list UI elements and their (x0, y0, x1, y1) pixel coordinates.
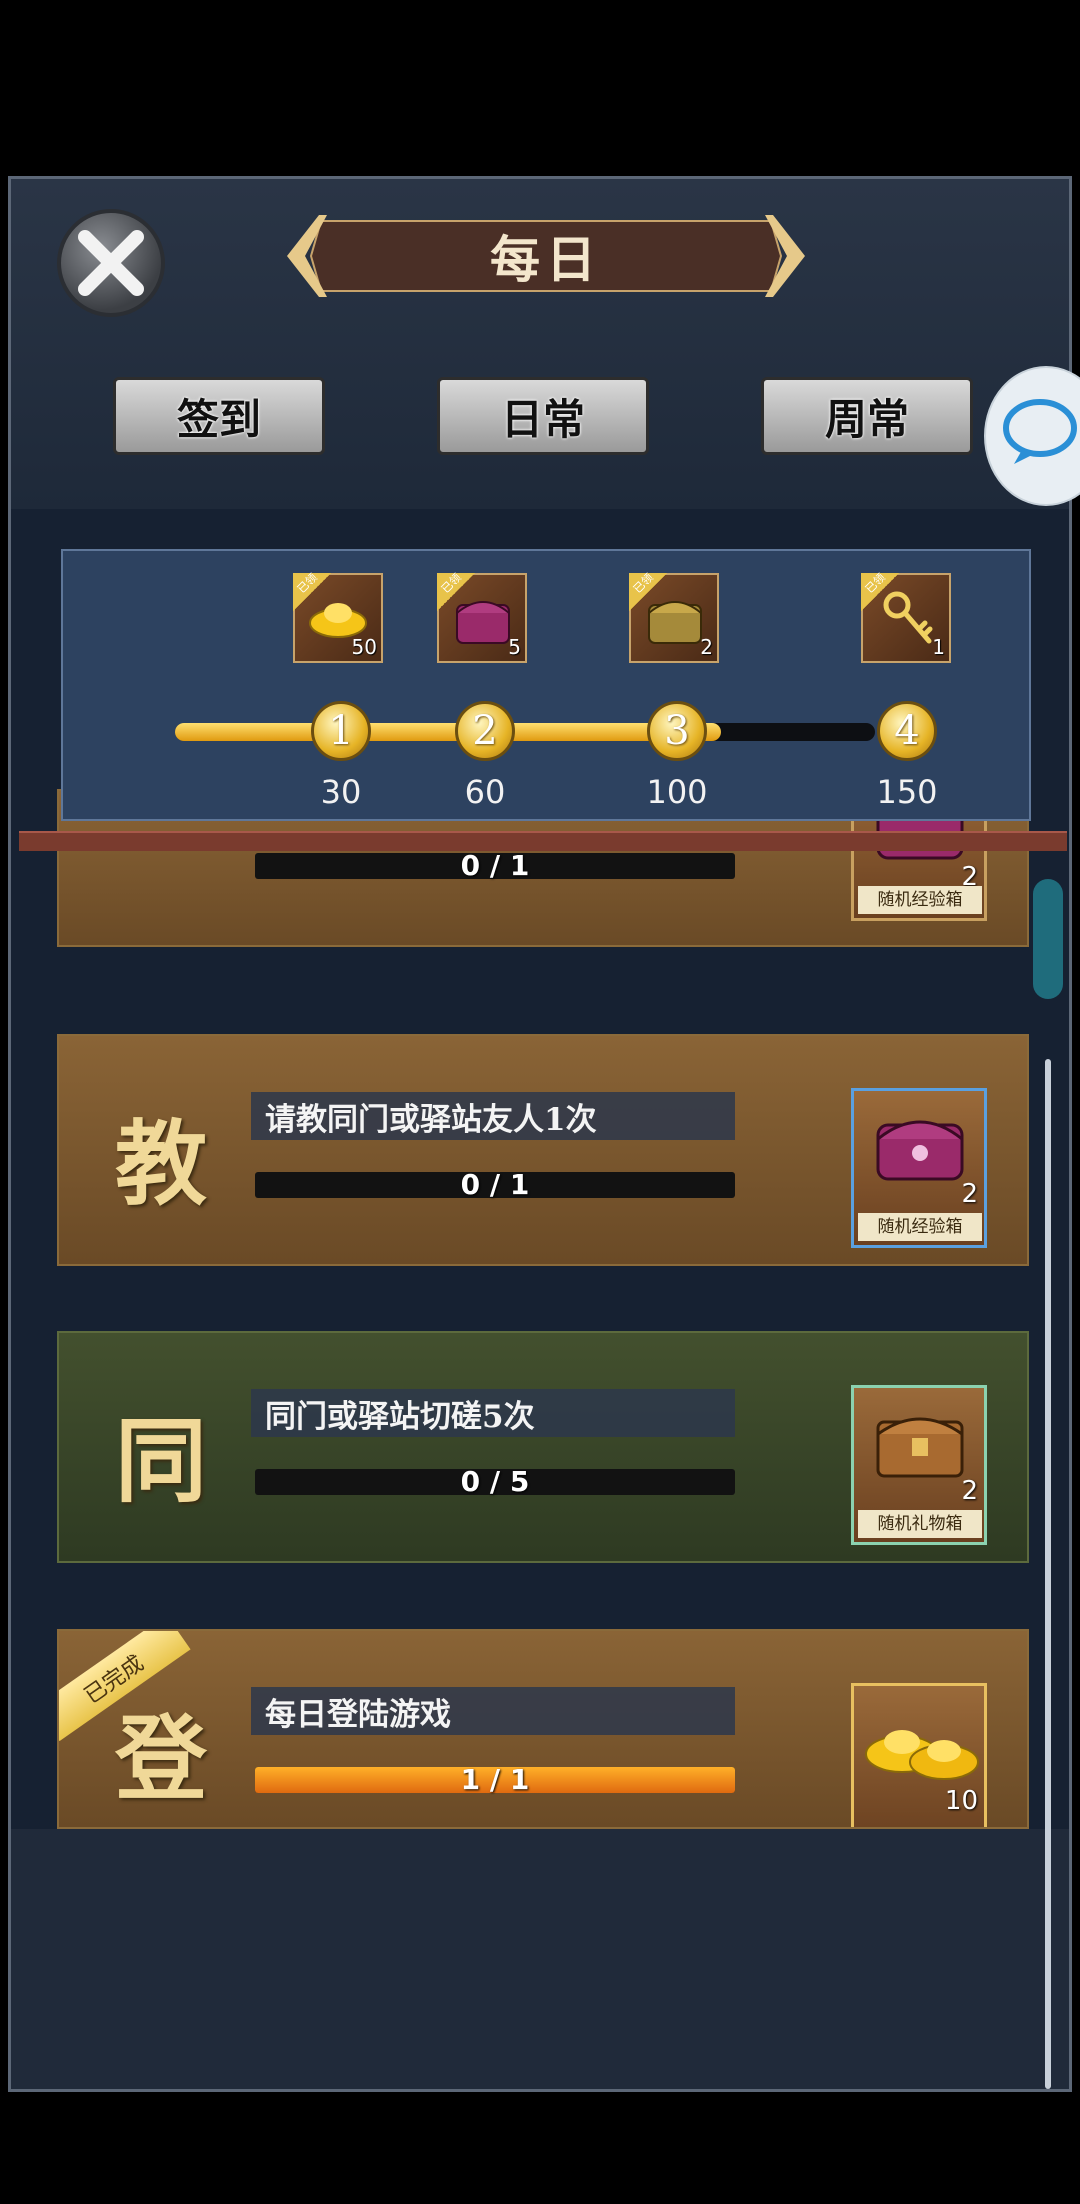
wooden-chest-icon (876, 1417, 964, 1478)
close-icon (78, 230, 144, 296)
reward-count: 2 (700, 635, 713, 659)
title-banner: 每日 (281, 213, 811, 299)
gold-ingot-icon (865, 1730, 979, 1780)
milestone-value: 100 (646, 773, 708, 811)
claimed-label: 已领 (862, 570, 888, 596)
task-reward-slot[interactable]: 2 随机礼物箱 (851, 1385, 987, 1545)
milestone-badge: 1 (311, 701, 371, 761)
reward-count: 5 (508, 635, 521, 659)
task-description: 每日登陆游戏 (251, 1687, 735, 1735)
list-top-divider (19, 831, 1067, 851)
milestone-badge: 4 (877, 701, 937, 761)
claimed-label: 已领 (438, 570, 464, 596)
task-glyph: 同 (114, 1406, 207, 1515)
activity-progress-fill (175, 723, 721, 741)
task-panel: 每日 签到 日常 周常 0 / 1 2 随机经验箱 已领 50 已领 5 已领 … (8, 176, 1072, 2092)
page-title: 每日 (490, 230, 602, 289)
scrollbar-thumb[interactable] (1033, 879, 1063, 999)
reward-count: 2 (961, 1179, 978, 1209)
activity-reward-card: 已领 50 已领 5 已领 2 已领 1 1 2 3 4 30 60 100 1… (61, 549, 1031, 821)
milestone-value: 30 (320, 773, 362, 811)
task-progress-text: 0 / 1 (460, 849, 530, 882)
task-progress-text: 1 / 1 (460, 1763, 530, 1796)
task-card: 同 同门或驿站切磋5次 0 / 5 2 随机礼物箱 (57, 1331, 1029, 1563)
task-glyph: 登 (114, 1704, 207, 1813)
claimed-label: 已领 (630, 570, 656, 596)
reward-count: 2 (961, 1476, 978, 1506)
reward-name: 随机礼物箱 (858, 1510, 982, 1538)
task-card: 教 请教同门或驿站友人1次 0 / 1 2 随机经验箱 (57, 1034, 1029, 1266)
claimed-label: 已领 (294, 570, 320, 596)
chat-bubble-icon (1003, 399, 1077, 464)
task-progress-text: 0 / 1 (460, 1168, 530, 1201)
purple-chest-icon (876, 1120, 964, 1181)
reward-name: 随机经验箱 (858, 886, 982, 914)
footer-decoration (11, 1829, 1069, 2089)
reward-slot-4[interactable]: 已领 1 (861, 570, 951, 663)
close-button[interactable] (57, 209, 165, 317)
milestone-value: 60 (464, 773, 506, 811)
reward-count: 1 (932, 635, 945, 659)
scrollbar-track[interactable] (1045, 1059, 1051, 2089)
milestone-value: 150 (876, 773, 938, 811)
task-description: 同门或驿站切磋5次 (251, 1389, 735, 1437)
reward-slot-3[interactable]: 已领 2 (629, 570, 719, 663)
task-description: 请教同门或驿站友人1次 (251, 1092, 735, 1140)
tab-weekly[interactable]: 周常 (761, 377, 973, 455)
milestone-badge: 2 (455, 701, 515, 761)
task-card: 已完成 登 每日登陆游戏 1 / 1 10 元宝 (57, 1629, 1029, 1829)
tab-daily[interactable]: 日常 (437, 377, 649, 455)
task-glyph: 教 (114, 1109, 207, 1218)
task-progress-text: 0 / 5 (460, 1465, 530, 1498)
tab-sign-in[interactable]: 签到 (113, 377, 325, 455)
reward-slot-2[interactable]: 已领 5 (437, 570, 527, 663)
reward-count: 10 (944, 1786, 978, 1816)
reward-name: 随机经验箱 (858, 1213, 982, 1241)
reward-count: 50 (351, 635, 377, 659)
reward-slot-1[interactable]: 已领 50 (293, 570, 383, 663)
task-reward-slot[interactable]: 2 随机经验箱 (851, 1088, 987, 1248)
milestone-badge: 3 (647, 701, 707, 761)
task-reward-slot[interactable]: 10 元宝 (851, 1683, 987, 1827)
